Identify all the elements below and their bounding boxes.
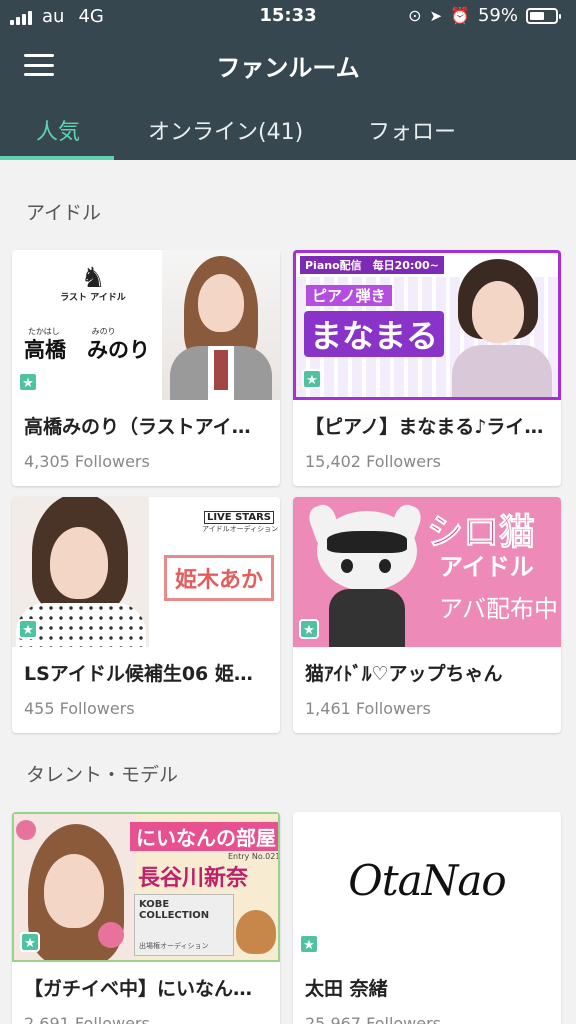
card-followers: 4,305 Followers <box>24 452 150 471</box>
card-name: 高橋みのり（ラストアイドル） <box>24 416 268 438</box>
thumb-name-text: 高橋 みのり <box>24 338 150 362</box>
star-badge-icon: ★ <box>18 619 38 639</box>
card-followers: 25,967 Followers <box>305 1014 442 1024</box>
live-stars-logo: LIVE STARS アイドルオーディション <box>202 511 279 533</box>
fan-room-card[interactable]: Piano配信 毎日20:00~ ピアノ弾き まなまる ★ 【ピアノ】まなまる♪… <box>293 250 561 486</box>
page-title: ファンルーム <box>216 54 360 82</box>
active-tab-indicator <box>0 156 114 160</box>
card-thumbnail: ♞ ラスト アイドル たかはし みのり 高橋 みのり ★ <box>12 250 280 400</box>
app-header: au 4G 15:33 ⊙ ➤ ⏰ 59% ファンルーム 人気 オンライン(41… <box>0 0 576 160</box>
status-bar: au 4G 15:33 ⊙ ➤ ⏰ 59% <box>0 0 576 34</box>
tab-bar: 人気 オンライン(41) フォロー <box>0 100 576 160</box>
card-name: LSアイドル候補生06 姫木あか <box>24 663 268 685</box>
location-icon: ➤ <box>429 6 443 25</box>
card-thumbnail: シロ猫 アイドル アバ配布中 ★ <box>293 497 561 647</box>
card-name: 太田 奈緒 <box>305 978 388 1000</box>
card-followers: 2,691 Followers <box>24 1014 150 1024</box>
card-followers: 1,461 Followers <box>305 699 431 718</box>
star-badge-icon: ★ <box>20 932 40 952</box>
card-name: 猫ｱｲﾄﾞﾙ♡アップちゃん <box>305 663 503 685</box>
tab-follow[interactable]: フォロー <box>368 114 456 146</box>
star-badge-icon: ★ <box>302 369 322 389</box>
card-name: 【ガチイベ中】にいなんの部屋 <box>24 978 268 1000</box>
tab-online[interactable]: オンライン(41) <box>148 114 303 146</box>
fan-room-card[interactable]: ♞ ラスト アイドル たかはし みのり 高橋 みのり ★ 高橋みのり（ラストアイ… <box>12 250 280 486</box>
fan-room-card[interactable]: シロ猫 アイドル アバ配布中 ★ 猫ｱｲﾄﾞﾙ♡アップちゃん 1,461 Fol… <box>293 497 561 733</box>
last-idol-logo: ♞ ラスト アイドル <box>60 261 126 304</box>
rotation-lock-icon: ⊙ <box>408 6 422 25</box>
fan-room-card[interactable]: OtaNao ★ 太田 奈緒 25,967 Followers <box>293 812 561 1024</box>
card-followers: 455 Followers <box>24 699 135 718</box>
section-title-idol: アイドル <box>26 202 102 224</box>
card-followers: 15,402 Followers <box>305 452 442 471</box>
section-title-talent: タレント・モデル <box>26 764 179 786</box>
card-thumbnail: Piano配信 毎日20:00~ ピアノ弾き まなまる ★ <box>293 250 561 400</box>
battery-percent: 59% <box>477 5 518 26</box>
card-thumbnail: にいなんの部屋 Entry No.0217 長谷川新奈 KOBE COLLECT… <box>12 812 280 962</box>
card-thumbnail: LIVE STARS アイドルオーディション 姫木あか ★ <box>12 497 280 647</box>
star-badge-icon: ★ <box>299 934 319 954</box>
alarm-icon: ⏰ <box>450 6 470 25</box>
star-badge-icon: ★ <box>299 619 319 639</box>
card-name: 【ピアノ】まなまる♪ライブ配信 <box>305 416 549 438</box>
star-badge-icon: ★ <box>18 372 38 392</box>
tab-popular[interactable]: 人気 <box>36 114 80 146</box>
card-thumbnail: OtaNao ★ <box>293 812 561 962</box>
fan-room-card[interactable]: LIVE STARS アイドルオーディション 姫木あか ★ LSアイドル候補生0… <box>12 497 280 733</box>
fan-room-card[interactable]: にいなんの部屋 Entry No.0217 長谷川新奈 KOBE COLLECT… <box>12 812 280 1024</box>
signature-image: OtaNao <box>348 856 506 905</box>
battery-icon <box>526 7 561 24</box>
